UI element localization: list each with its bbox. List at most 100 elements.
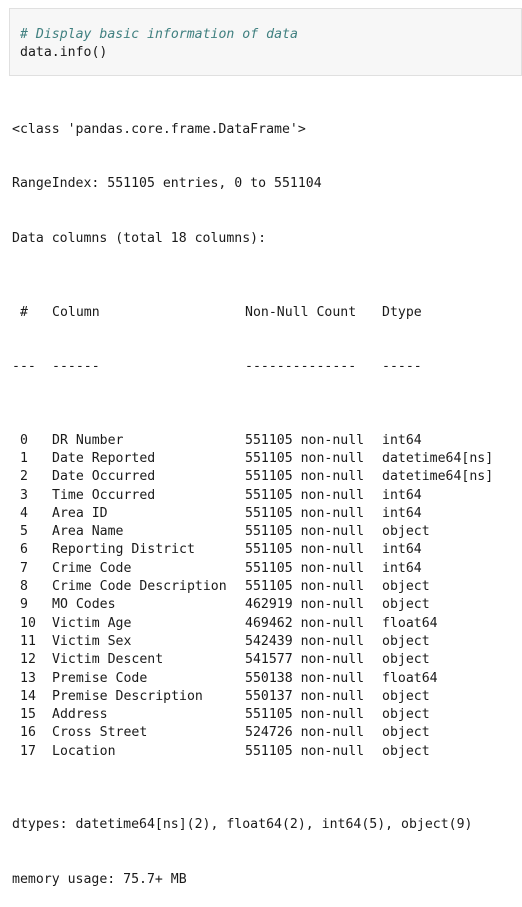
row-index: 17 xyxy=(20,743,36,759)
info-row: 13 Premise Code 550138 non-null float64 xyxy=(12,670,518,688)
row-dtype: object xyxy=(382,725,430,741)
row-non-null-count: 551105 non-null xyxy=(245,743,365,759)
row-column-name: Area Name xyxy=(52,524,124,540)
row-index: 0 xyxy=(20,432,28,448)
row-non-null-count: 551105 non-null xyxy=(245,487,365,503)
row-non-null-count: 551105 non-null xyxy=(245,432,365,448)
row-index: 1 xyxy=(20,450,28,466)
row-column-name: Date Occurred xyxy=(52,469,156,485)
row-index: 3 xyxy=(20,487,28,503)
row-non-null-count: 551105 non-null xyxy=(245,707,365,723)
row-dtype: int64 xyxy=(382,542,422,558)
row-dtype: datetime64[ns] xyxy=(382,469,494,485)
header-count: Non-Null Count xyxy=(245,304,357,320)
row-non-null-count: 551105 non-null xyxy=(245,450,365,466)
row-column-name: Premise Description xyxy=(52,688,203,704)
row-non-null-count: 550138 non-null xyxy=(245,670,365,686)
row-column-name: Cross Street xyxy=(52,725,148,741)
row-column-name: Premise Code xyxy=(52,670,148,686)
row-dtype: object xyxy=(382,579,430,595)
row-non-null-count: 542439 non-null xyxy=(245,633,365,649)
separator-column: ------ xyxy=(52,359,100,375)
separator-dtype: ----- xyxy=(382,359,422,375)
row-column-name: Victim Sex xyxy=(52,633,132,649)
row-index: 2 xyxy=(20,469,28,485)
info-row: 6 Reporting District 551105 non-null int64 xyxy=(12,541,518,559)
info-row: 16 Cross Street 524726 non-null object xyxy=(12,724,518,742)
row-dtype: object xyxy=(382,597,430,613)
row-column-name: MO Codes xyxy=(52,597,116,613)
separator-index: --- xyxy=(12,359,36,375)
header-column: Column xyxy=(52,304,100,320)
row-dtype: int64 xyxy=(382,560,422,576)
info-row: 0 DR Number 551105 non-null int64 xyxy=(12,432,518,450)
row-index: 15 xyxy=(20,707,36,723)
row-non-null-count: 524726 non-null xyxy=(245,725,365,741)
info-row: 3 Time Occurred 551105 non-null int64 xyxy=(12,487,518,505)
row-non-null-count: 551105 non-null xyxy=(245,524,365,540)
header-index: # xyxy=(20,304,28,320)
info-row: 4 Area ID 551105 non-null int64 xyxy=(12,505,518,523)
row-non-null-count: 550137 non-null xyxy=(245,688,365,704)
row-dtype: object xyxy=(382,707,430,723)
info-row: 8 Crime Code Description 551105 non-null ob… xyxy=(12,578,518,596)
info-row: 10 Victim Age 469462 non-null float64 xyxy=(12,615,518,633)
row-dtype: object xyxy=(382,633,430,649)
row-non-null-count: 551105 non-null xyxy=(245,579,365,595)
row-column-name: Crime Code Description xyxy=(52,579,227,595)
row-dtype: float64 xyxy=(382,670,438,686)
row-dtype: object xyxy=(382,524,430,540)
row-non-null-count: 551105 non-null xyxy=(245,505,365,521)
info-row: 2 Date Occurred 551105 non-null datetime64[… xyxy=(12,468,518,486)
info-row: 11 Victim Sex 542439 non-null object xyxy=(12,633,518,651)
row-index: 14 xyxy=(20,688,36,704)
row-non-null-count: 469462 non-null xyxy=(245,615,365,631)
code-cell[interactable]: # Display basic information of data data… xyxy=(9,8,522,76)
row-column-name: Area ID xyxy=(52,505,108,521)
row-column-name: Address xyxy=(52,707,108,723)
output-range-index: RangeIndex: 551105 entries, 0 to 551104 xyxy=(12,176,322,192)
separator-count: -------------- xyxy=(245,359,357,375)
code-comment: # Display basic information of data xyxy=(20,27,298,42)
row-dtype: int64 xyxy=(382,432,422,448)
header-dtype: Dtype xyxy=(382,304,422,320)
cell-output: <class 'pandas.core.frame.DataFrame'> Ra… xyxy=(12,84,518,907)
output-memory-line: memory usage: 75.7+ MB xyxy=(12,871,187,887)
info-row: 5 Area Name 551105 non-null object xyxy=(12,523,518,541)
info-row: 7 Crime Code 551105 non-null int64 xyxy=(12,560,518,578)
row-column-name: Victim Descent xyxy=(52,652,164,668)
output-data-columns: Data columns (total 18 columns): xyxy=(12,231,267,247)
row-index: 5 xyxy=(20,524,28,540)
row-index: 12 xyxy=(20,652,36,668)
row-index: 10 xyxy=(20,615,36,631)
info-row: 9 MO Codes 462919 non-null object xyxy=(12,596,518,614)
row-column-name: Reporting District xyxy=(52,542,195,558)
info-row: 15 Address 551105 non-null object xyxy=(12,706,518,724)
row-dtype: object xyxy=(382,688,430,704)
row-column-name: Time Occurred xyxy=(52,487,156,503)
row-column-name: Date Reported xyxy=(52,450,156,466)
row-dtype: int64 xyxy=(382,505,422,521)
info-row: 12 Victim Descent 541577 non-null object xyxy=(12,651,518,669)
row-dtype: object xyxy=(382,652,430,668)
row-non-null-count: 551105 non-null xyxy=(245,560,365,576)
row-dtype: int64 xyxy=(382,487,422,503)
row-column-name: Location xyxy=(52,743,116,759)
row-index: 9 xyxy=(20,597,28,613)
output-dtypes-line: dtypes: datetime64[ns](2), float64(2), i… xyxy=(12,816,473,832)
row-index: 7 xyxy=(20,560,28,576)
row-non-null-count: 541577 non-null xyxy=(245,652,365,668)
info-row: 17 Location 551105 non-null object xyxy=(12,743,518,761)
row-column-name: Crime Code xyxy=(52,560,132,576)
row-non-null-count: 551105 non-null xyxy=(245,469,365,485)
row-index: 16 xyxy=(20,725,36,741)
row-index: 13 xyxy=(20,670,36,686)
info-row: 1 Date Reported 551105 non-null datetime64[… xyxy=(12,450,518,468)
row-index: 8 xyxy=(20,579,28,595)
row-non-null-count: 462919 non-null xyxy=(245,597,365,613)
row-index: 6 xyxy=(20,542,28,558)
row-column-name: DR Number xyxy=(52,432,124,448)
row-dtype: datetime64[ns] xyxy=(382,450,494,466)
info-rows: 0 DR Number 551105 non-null int64 1 Date Repo… xyxy=(12,432,518,761)
row-dtype: float64 xyxy=(382,615,438,631)
